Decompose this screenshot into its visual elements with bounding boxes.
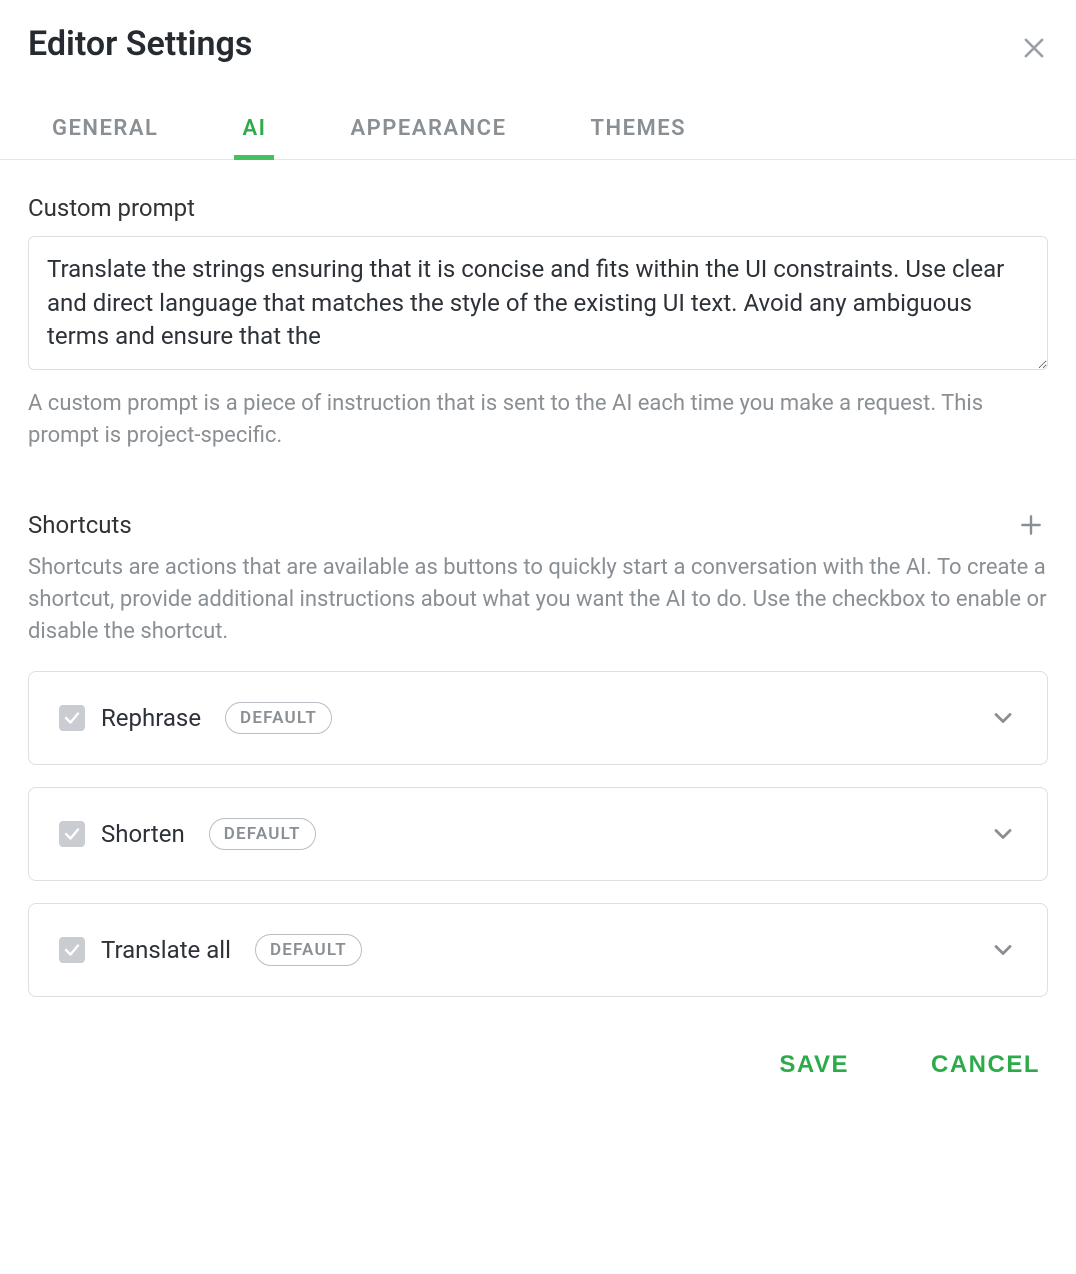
check-icon — [63, 941, 81, 959]
chevron-down-icon — [989, 704, 1017, 732]
check-icon — [63, 709, 81, 727]
shortcut-name: Shorten — [101, 820, 185, 848]
shortcut-checkbox[interactable] — [59, 705, 85, 731]
tab-general[interactable]: GENERAL — [48, 106, 162, 159]
cancel-button[interactable]: CANCEL — [927, 1045, 1044, 1085]
chevron-down-icon — [989, 820, 1017, 848]
shortcut-item[interactable]: Translate all DEFAULT — [28, 903, 1048, 997]
expand-toggle[interactable] — [989, 936, 1017, 964]
settings-tabs: GENERAL AI APPEARANCE THEMES — [0, 106, 1076, 160]
shortcut-name: Rephrase — [101, 704, 201, 732]
shortcut-checkbox[interactable] — [59, 821, 85, 847]
expand-toggle[interactable] — [989, 704, 1017, 732]
shortcut-checkbox[interactable] — [59, 937, 85, 963]
default-badge: DEFAULT — [225, 702, 332, 734]
tab-appearance[interactable]: APPEARANCE — [346, 106, 510, 159]
shortcut-item[interactable]: Rephrase DEFAULT — [28, 671, 1048, 765]
check-icon — [63, 825, 81, 843]
default-badge: DEFAULT — [209, 818, 316, 850]
close-icon — [1020, 34, 1048, 62]
custom-prompt-help: A custom prompt is a piece of instructio… — [28, 388, 1048, 452]
shortcut-item[interactable]: Shorten DEFAULT — [28, 787, 1048, 881]
custom-prompt-textarea[interactable] — [28, 236, 1048, 370]
shortcut-name: Translate all — [101, 936, 231, 964]
add-shortcut-button[interactable] — [1014, 508, 1048, 542]
expand-toggle[interactable] — [989, 820, 1017, 848]
close-button[interactable] — [1016, 30, 1052, 66]
custom-prompt-label: Custom prompt — [28, 194, 1048, 222]
plus-icon — [1018, 512, 1044, 538]
save-button[interactable]: SAVE — [775, 1045, 853, 1085]
dialog-title: Editor Settings — [28, 24, 252, 64]
tab-ai[interactable]: AI — [238, 106, 270, 159]
shortcuts-help: Shortcuts are actions that are available… — [28, 552, 1048, 648]
tab-themes[interactable]: THEMES — [586, 106, 690, 159]
chevron-down-icon — [989, 936, 1017, 964]
default-badge: DEFAULT — [255, 934, 362, 966]
shortcuts-label: Shortcuts — [28, 511, 132, 539]
